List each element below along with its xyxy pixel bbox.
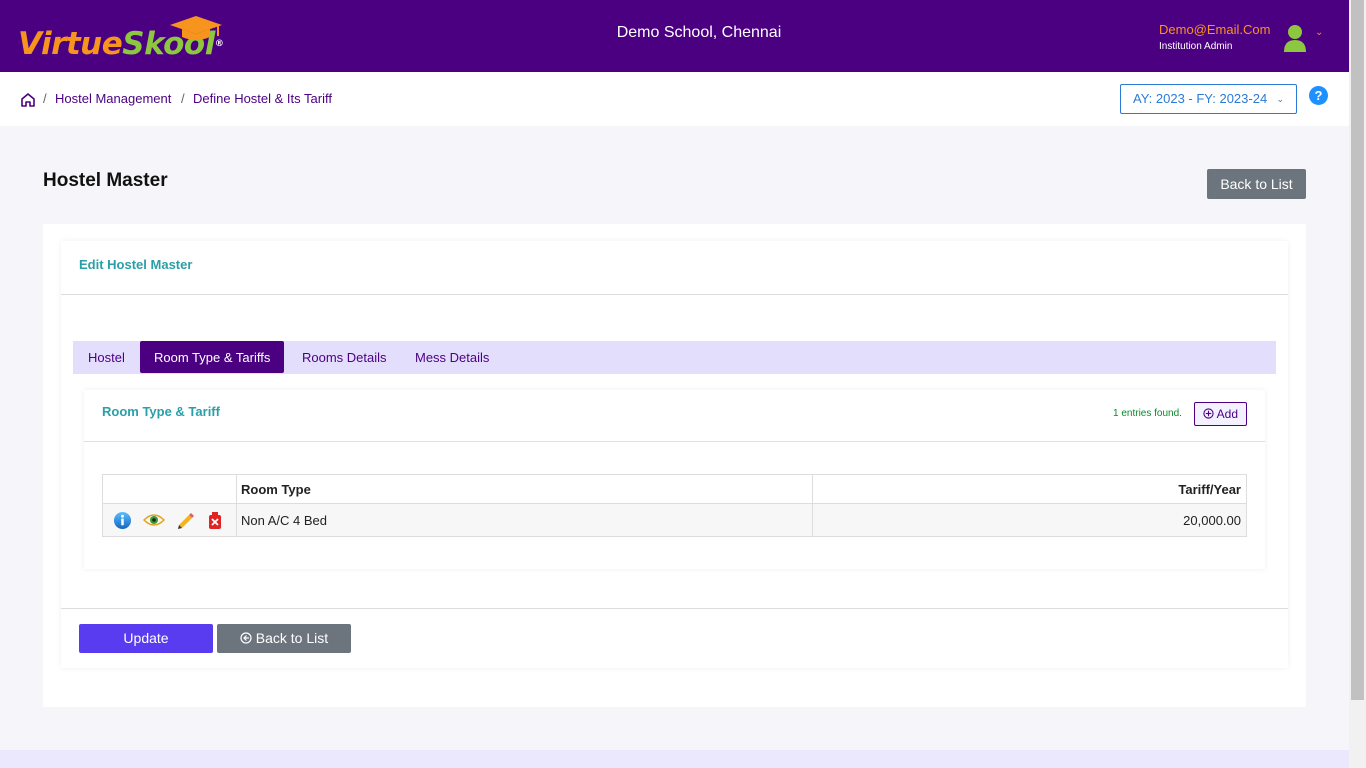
tariff-cell: 20,000.00	[812, 503, 1247, 537]
breadcrumb-define-hostel[interactable]: Define Hostel & Its Tariff	[193, 91, 332, 106]
back-to-list-label: Back to List	[255, 630, 329, 646]
divider	[61, 294, 1288, 295]
column-header-tariff: Tariff/Year	[812, 474, 1247, 504]
back-to-list-bottom-button[interactable]: Back to List	[217, 624, 351, 653]
footer	[0, 750, 1349, 768]
view-eye-icon[interactable]	[143, 512, 165, 528]
breadcrumb-hostel-management[interactable]: Hostel Management	[55, 91, 171, 106]
info-icon[interactable]	[113, 511, 132, 530]
card-title: Edit Hostel Master	[79, 257, 193, 272]
academic-year-value: AY: 2023 - FY: 2023-24	[1133, 91, 1268, 106]
breadcrumb-separator: /	[43, 91, 47, 106]
page-title: Hostel Master	[43, 170, 168, 191]
add-button[interactable]: Add	[1194, 402, 1247, 426]
divider	[61, 608, 1288, 609]
back-arrow-circle-icon	[240, 632, 252, 644]
table-header-row: Room Type Tariff/Year	[102, 474, 1247, 504]
user-avatar-icon[interactable]	[1283, 24, 1307, 52]
add-label: Add	[1216, 407, 1239, 421]
academic-year-select[interactable]: AY: 2023 - FY: 2023-24 ⌄	[1120, 84, 1297, 114]
page-scrollbar-thumb[interactable]	[1351, 0, 1364, 700]
column-header-room-type: Room Type	[236, 474, 813, 504]
breadcrumb-separator: /	[181, 91, 185, 106]
chevron-down-icon[interactable]: ⌄	[1315, 27, 1323, 38]
help-icon[interactable]: ?	[1309, 86, 1328, 105]
home-icon[interactable]	[20, 92, 36, 108]
chevron-down-icon: ⌄	[1276, 94, 1284, 104]
column-header-actions	[102, 474, 237, 504]
entries-count: 1 entries found.	[1113, 408, 1182, 419]
tab-room-type-tariffs[interactable]: Room Type & Tariffs	[140, 341, 285, 373]
tab-hostel[interactable]: Hostel	[74, 341, 139, 374]
room-type-table: Room Type Tariff/Year Non A/C 4 Bed 20,0…	[102, 474, 1247, 537]
table-row: Non A/C 4 Bed 20,000.00	[102, 503, 1247, 537]
back-to-list-button[interactable]: Back to List	[1207, 169, 1306, 199]
section-title: Room Type & Tariff	[102, 404, 220, 419]
update-button[interactable]: Update	[79, 624, 213, 653]
edit-pencil-icon[interactable]	[176, 510, 196, 530]
delete-icon[interactable]	[207, 511, 223, 530]
tab-rooms-details[interactable]: Rooms Details	[288, 341, 401, 374]
tab-mess-details[interactable]: Mess Details	[401, 341, 503, 374]
divider	[84, 441, 1265, 442]
row-actions	[102, 503, 237, 537]
add-circle-icon	[1203, 408, 1214, 419]
user-email[interactable]: Demo@Email.Com	[1159, 22, 1270, 37]
user-role: Institution Admin	[1159, 41, 1233, 52]
room-type-cell: Non A/C 4 Bed	[236, 503, 813, 537]
